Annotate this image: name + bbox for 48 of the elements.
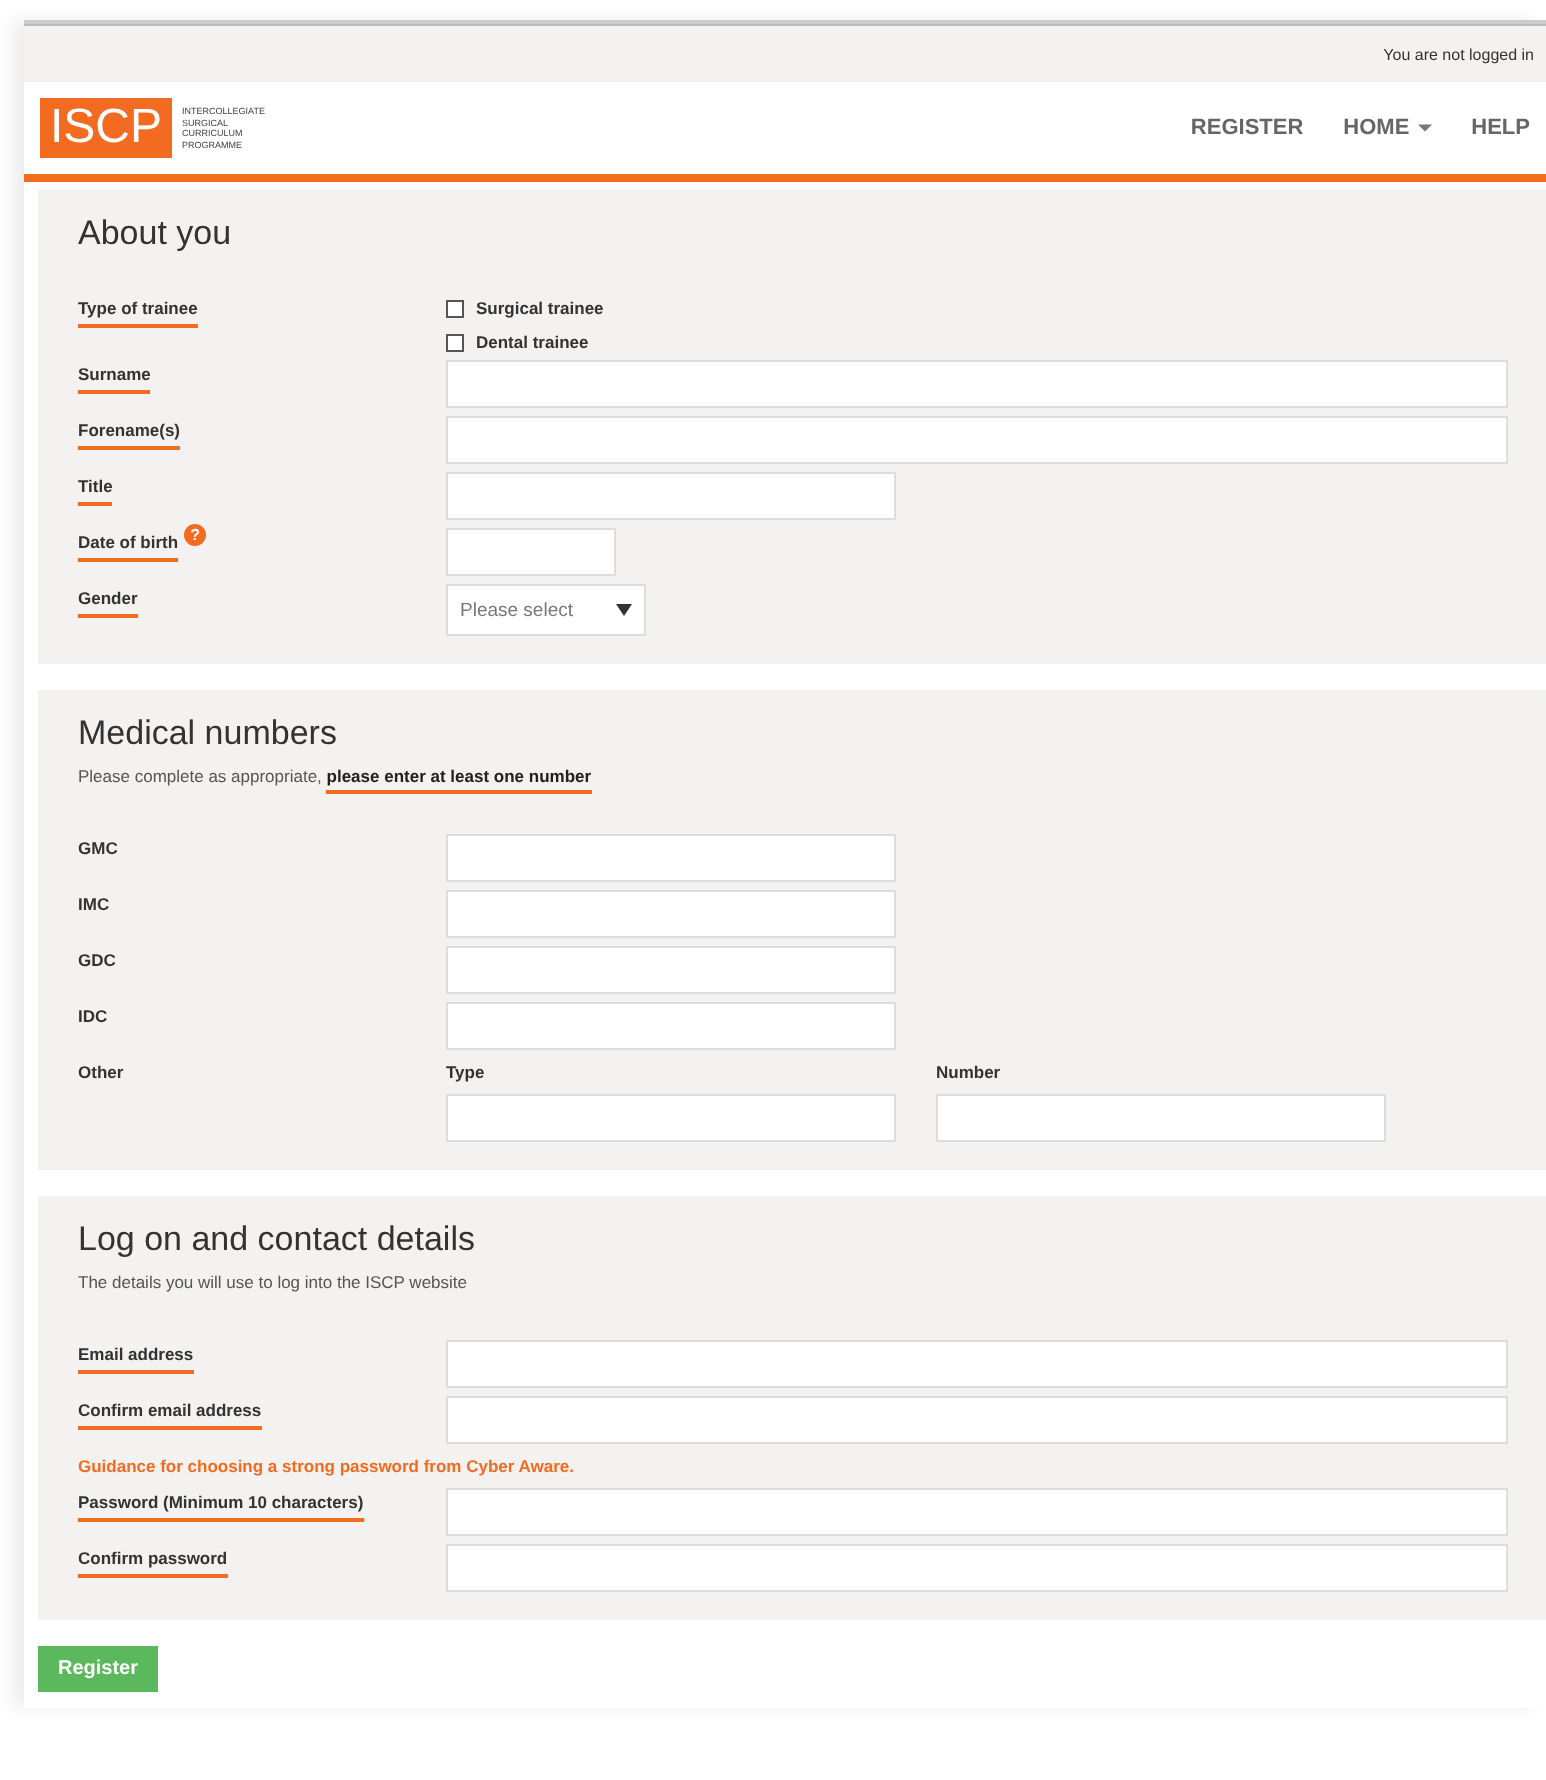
field-label: GMC (78, 838, 118, 862)
input-field[interactable] (446, 946, 896, 994)
help-icon[interactable]: ? (184, 524, 207, 546)
field-label: Other (78, 1062, 124, 1086)
logo-mark[interactable]: ISCP (40, 98, 173, 158)
input-field[interactable] (446, 1396, 1508, 1444)
field-label: Type (446, 1062, 487, 1082)
section-title: About you (78, 214, 234, 254)
caret-icon (1417, 124, 1432, 132)
input-field[interactable] (446, 1488, 1508, 1536)
field-label: Date of birth (78, 532, 179, 562)
checkbox[interactable] (446, 333, 464, 351)
input-field[interactable] (446, 1544, 1508, 1592)
field-label: Forename(s) (78, 420, 181, 450)
field-label: IMC (78, 894, 110, 918)
nav-link[interactable]: HELP (1471, 116, 1530, 140)
input-field[interactable] (446, 360, 1508, 408)
input-field[interactable] (446, 834, 896, 882)
input-field[interactable] (936, 1094, 1386, 1142)
field-label: Confirm email address (78, 1400, 262, 1430)
field-label: Email address (78, 1344, 194, 1374)
input-field[interactable] (446, 528, 616, 576)
caret-icon (616, 604, 632, 616)
field-label: Type of trainee (78, 298, 198, 328)
checkbox[interactable] (446, 299, 464, 317)
input-field[interactable] (446, 472, 896, 520)
input-field[interactable] (446, 416, 1508, 464)
field-label: Gender (78, 588, 138, 618)
field-label: Title (78, 476, 113, 506)
checkbox-option[interactable]: Surgical trainee (446, 298, 604, 318)
section-title: Medical numbers (78, 714, 339, 754)
input-field[interactable] (446, 1340, 1508, 1388)
section-intro: The details you will use to log into the ISCP website (78, 1272, 470, 1292)
input-field[interactable] (446, 890, 896, 938)
nav-link[interactable]: HOME (1343, 116, 1432, 140)
field-label: Surname (78, 364, 151, 394)
section-title: Log on and contact details (78, 1220, 477, 1260)
login-status: You are not logged in (1383, 45, 1534, 63)
input-field[interactable] (446, 1094, 896, 1142)
checkbox-option[interactable]: Dental trainee (446, 332, 589, 352)
field-label: IDC (78, 1006, 108, 1030)
input-field[interactable] (446, 1002, 896, 1050)
gender-select[interactable]: Please select (446, 584, 646, 636)
nav-link[interactable]: REGISTER (1190, 116, 1304, 140)
field-label: Confirm password (78, 1548, 228, 1578)
field-label: Number (936, 1062, 1003, 1082)
field-label: GDC (78, 950, 116, 974)
field-label: Password (Minimum 10 characters) (78, 1492, 364, 1522)
